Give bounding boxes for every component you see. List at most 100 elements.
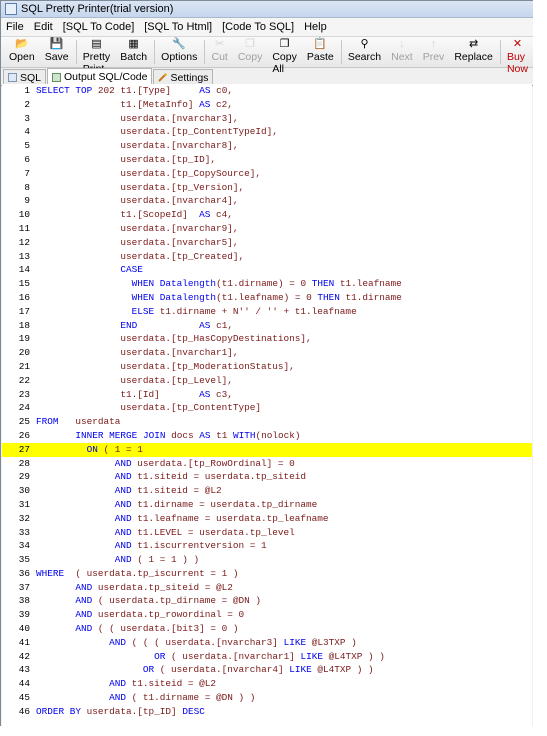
code-text: AND ( ( ( userdata.[nvarchar3] LIKE @L3T… (109, 636, 357, 648)
line-number: 27 (18, 443, 30, 455)
toolbar-button-label: Buy Now (506, 51, 528, 75)
code-line: 33 AND t1.LEVEL = userdata.tp_level (2, 526, 532, 540)
search-button[interactable]: ⚲ Search (343, 37, 386, 63)
code-text: AND userdata.[tp_RowOrdinal] = 0 (114, 457, 295, 469)
code-text: t1.[Id] AS c3, (36, 388, 233, 400)
app-window: SQL Pretty Printer(trial version) File E… (0, 0, 534, 728)
buy-now-button[interactable]: ✕ Buy Now (502, 37, 533, 75)
line-number: 22 (18, 374, 30, 386)
line-number: 10 (18, 209, 30, 221)
line-number: 28 (18, 457, 30, 469)
open-button[interactable]: 📂 Open (4, 37, 40, 63)
code-text: AND t1.LEVEL = userdata.tp_level (114, 526, 295, 538)
line-number: 44 (18, 678, 30, 690)
next-button[interactable]: ↓ Next (386, 37, 418, 63)
code-text: OR ( userdata.[nvarchar1] LIKE @L4TXP ) … (154, 650, 385, 662)
code-line: 46 ORDER BY userdata.[tp_ID] DESC (2, 705, 532, 719)
line-number: 8 (24, 181, 30, 193)
code-text: userdata.[tp_CopySource], (36, 167, 262, 179)
tab-sql[interactable]: SQL (3, 69, 47, 85)
code-text: userdata.[tp_ContentType] (36, 402, 262, 414)
code-line: 5 userdata.[nvarchar8], (2, 139, 532, 153)
menu-sql-to-html[interactable]: [SQL To Html] (139, 21, 217, 33)
title-bar: SQL Pretty Printer(trial version) (1, 1, 533, 18)
tab-output-sql-code[interactable]: Output SQL/Code (47, 68, 153, 85)
menu-sql-to-code[interactable]: [SQL To Code] (58, 21, 140, 33)
code-editor[interactable]: 1 SELECT TOP 202 t1.[Type] AS c0, 2 t1.[Me… (2, 84, 532, 727)
code-line: 30 AND t1.siteid = @L2 (2, 484, 532, 498)
toolbar-button-label: Replace (454, 51, 493, 63)
line-number: 30 (18, 485, 30, 497)
line-number: 20 (18, 347, 30, 359)
toolbar-button-label: Batch (120, 51, 148, 63)
line-number: 32 (18, 512, 30, 524)
menu-file[interactable]: File (1, 21, 29, 33)
line-number: 23 (18, 388, 30, 400)
prev-button[interactable]: ↑ Prev (418, 37, 450, 63)
line-number: 42 (18, 650, 30, 662)
code-text: AND ( 1 = 1 ) ) (114, 554, 200, 566)
code-text: OR ( userdata.[nvarchar4] LIKE @L4TXP ) … (142, 664, 374, 676)
line-number: 33 (18, 526, 30, 538)
tab-settings[interactable]: Settings (153, 69, 214, 85)
app-icon (5, 3, 17, 15)
line-number: 37 (18, 581, 30, 593)
code-line: 10 t1.[ScopeId] AS c4, (2, 208, 532, 222)
code-line: 29 AND t1.siteid = userdata.tp_siteid (2, 470, 532, 484)
line-number: 12 (18, 236, 30, 248)
menu-help[interactable]: Help (299, 21, 332, 33)
code-text: AND ( t1.dirname = @DN ) ) (109, 692, 256, 704)
toolbar-button-label: Cut (211, 51, 228, 63)
cut-button[interactable]: ✂ Cut (206, 37, 232, 63)
line-number: 29 (18, 471, 30, 483)
line-number: 35 (18, 554, 30, 566)
menu-bar: File Edit [SQL To Code] [SQL To Html] [C… (1, 18, 533, 37)
code-text: AND ( userdata.tp_dirname = @DN ) (75, 595, 262, 607)
replace-button[interactable]: ⇄ Replace (449, 37, 498, 63)
line-number: 17 (18, 305, 30, 317)
copy-icon: ❐ (245, 38, 256, 50)
code-line: 8 userdata.[tp_Version], (2, 181, 532, 195)
options-button[interactable]: 🔧 Options (156, 37, 202, 63)
code-line: 18 END AS c1, (2, 319, 532, 333)
folder-open-icon: 📂 (14, 38, 29, 50)
code-line: 24 userdata.[tp_ContentType] (2, 401, 532, 415)
code-text: userdata.[tp_Level], (36, 374, 233, 386)
paste-button[interactable]: 📋 Paste (302, 37, 339, 63)
line-number: 5 (24, 140, 30, 152)
toolbar-button-label: Prev (422, 51, 445, 63)
sql-tab-icon (8, 73, 17, 82)
code-line: 35 AND ( 1 = 1 ) ) (2, 553, 532, 567)
code-text: userdata.[tp_ContentTypeId], (36, 126, 278, 138)
torn-edge-right (533, 0, 547, 736)
code-text: AND userdata.tp_rowordinal = 0 (75, 609, 245, 621)
line-number: 45 (18, 692, 30, 704)
code-text: WHEN Datalength(t1.leafname) = 0 THEN t1… (131, 291, 402, 303)
tab-output-label: Output SQL/Code (64, 71, 148, 83)
line-number: 21 (18, 360, 30, 372)
code-text: AND t1.leafname = userdata.tp_leafname (114, 512, 329, 524)
code-text: SELECT TOP 202 t1.[Type] AS c0, (36, 85, 233, 96)
menu-edit[interactable]: Edit (29, 21, 58, 33)
toolbar-button-label: Next (391, 51, 413, 63)
save-button[interactable]: 💾 Save (40, 37, 74, 63)
code-line: 2 t1.[MetaInfo] AS c2, (2, 98, 532, 112)
copy-button[interactable]: ❐ Copy (233, 37, 268, 63)
code-text: userdata.[nvarchar3], (36, 112, 239, 124)
code-text: userdata.[tp_Version], (36, 181, 245, 193)
code-text: userdata.[nvarchar5], (36, 236, 239, 248)
wrench-icon: 🔧 (172, 38, 187, 50)
code-line: 23 t1.[Id] AS c3, (2, 388, 532, 402)
code-text: userdata.[tp_ID], (36, 153, 217, 165)
toolbar-button-label: Options (161, 51, 198, 63)
line-number: 43 (18, 664, 30, 676)
code-line: 32 AND t1.leafname = userdata.tp_leafnam… (2, 512, 532, 526)
copy-all-button[interactable]: ❐ Copy All (267, 37, 302, 75)
menu-code-to-sql[interactable]: [Code To SQL] (217, 21, 299, 33)
line-number: 26 (18, 429, 30, 441)
code-text: t1.[MetaInfo] AS c2, (36, 98, 233, 110)
line-number: 16 (18, 291, 30, 303)
paste-icon: 📋 (313, 38, 328, 50)
code-text: userdata.[tp_Created], (36, 250, 245, 262)
batch-button[interactable]: ▦ Batch (115, 37, 152, 63)
